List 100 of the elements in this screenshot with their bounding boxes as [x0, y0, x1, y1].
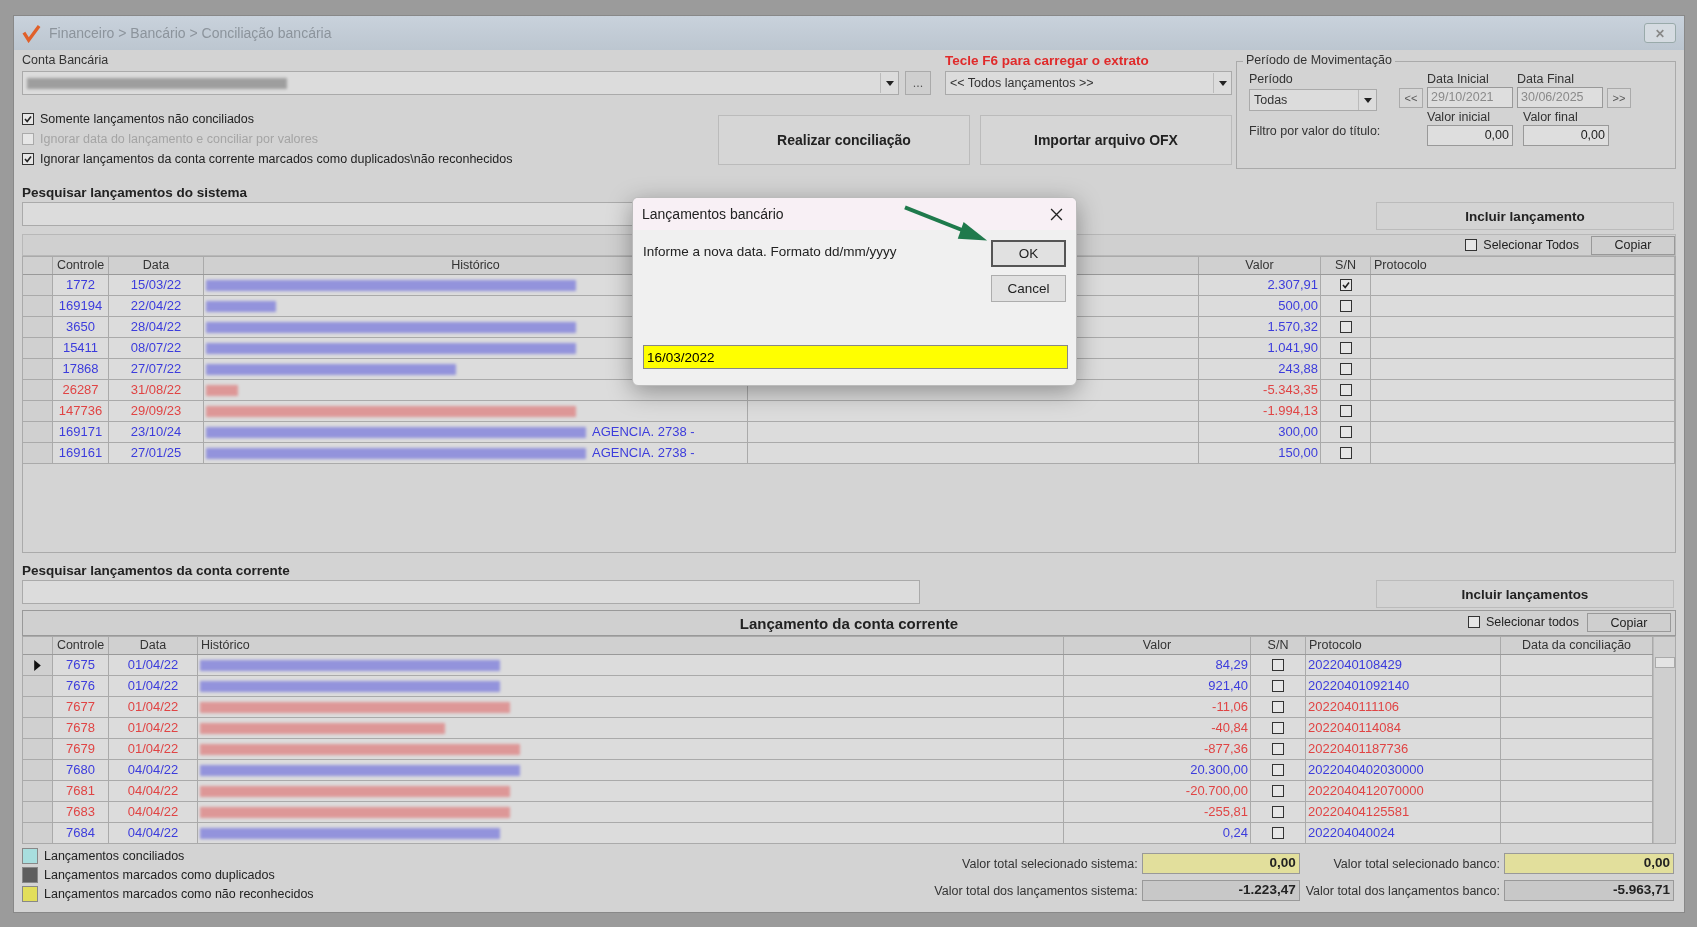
- table-cell: -255,81: [1064, 802, 1251, 822]
- row-checkbox[interactable]: [1339, 384, 1352, 396]
- hint-text: Tecle F6 para carregar o extrato: [945, 53, 1150, 69]
- table-cell: 7684: [53, 823, 109, 843]
- column-header: S/N: [1251, 637, 1306, 654]
- table-cell: 2022040108429: [1306, 655, 1501, 675]
- table-cell: -40,84: [1064, 718, 1251, 738]
- table-cell: 27/01/25: [109, 443, 204, 463]
- table-cell: 2022040114084: [1306, 718, 1501, 738]
- section-title: Pesquisar lançamentos do sistema: [22, 185, 249, 201]
- row-header[interactable]: [23, 655, 53, 675]
- copy-button[interactable]: Copiar: [1591, 235, 1675, 255]
- redacted-text: [206, 384, 238, 396]
- table-cell: 84,29: [1064, 655, 1251, 675]
- table-cell: 01/04/22: [109, 676, 198, 696]
- window-title: Financeiro > Bancário > Conciliação bancária: [49, 25, 333, 41]
- caret-icon: [885, 80, 894, 86]
- row-checkbox[interactable]: [1272, 659, 1284, 671]
- table-cell: 15411: [53, 338, 109, 358]
- row-checkbox[interactable]: [1339, 300, 1352, 312]
- table-cell: 23/10/24: [109, 422, 204, 442]
- column-header: Valor: [1064, 637, 1251, 654]
- scrollbar-thumb[interactable]: [1655, 657, 1675, 668]
- column-header: Protocolo: [1306, 637, 1501, 654]
- row-checkbox[interactable]: [1272, 701, 1284, 713]
- table-cell: 01/04/22: [109, 697, 198, 717]
- table-cell: 01/04/22: [109, 718, 198, 738]
- table-cell: 29/09/23: [109, 401, 204, 421]
- row-checkbox[interactable]: [1272, 722, 1284, 734]
- row-checkbox[interactable]: [1272, 785, 1284, 797]
- table-cell: -11,06: [1064, 697, 1251, 717]
- next-button[interactable]: >>: [1607, 88, 1631, 108]
- action-button[interactable]: Realizar conciliação: [718, 115, 970, 165]
- include-button[interactable]: Incluir lançamentos: [1376, 580, 1674, 608]
- scrollbar[interactable]: [1653, 637, 1675, 843]
- min-value-field[interactable]: 0,00: [1427, 125, 1513, 146]
- action-button[interactable]: Importar arquivo OFX: [980, 115, 1232, 165]
- table-cell: 15/03/22: [109, 275, 204, 295]
- checkmark-icon: [23, 154, 33, 164]
- row-checkbox[interactable]: [1272, 764, 1284, 776]
- row-checkbox[interactable]: [1339, 405, 1352, 417]
- date-input-field[interactable]: 16/03/2022: [643, 345, 1068, 369]
- search-field[interactable]: [22, 580, 920, 604]
- row-checkbox[interactable]: [1272, 743, 1284, 755]
- row-checkbox[interactable]: [1339, 363, 1352, 375]
- row-checkbox[interactable]: [1339, 426, 1352, 438]
- column-header: S/N: [1321, 257, 1371, 274]
- table-cell: 1772: [53, 275, 109, 295]
- bank-account-dropdown[interactable]: [22, 71, 899, 95]
- entries-dropdown[interactable]: << Todos lançamentos >>: [945, 71, 1232, 95]
- select-all-checkbox[interactable]: Selecionar todos: [1467, 615, 1579, 629]
- copy-button[interactable]: Copiar: [1587, 613, 1671, 632]
- table-title: Lançamento da conta corrente: [739, 614, 959, 632]
- row-checkbox[interactable]: [1272, 680, 1284, 692]
- table-cell: 22/04/22: [109, 296, 204, 316]
- row-checkbox[interactable]: [1272, 827, 1284, 839]
- table-cell: 7683: [53, 802, 109, 822]
- table-cell: 147736: [53, 401, 109, 421]
- table-cell: 08/07/22: [109, 338, 204, 358]
- table-cell: 169161: [53, 443, 109, 463]
- table-cell: -5.343,35: [1199, 380, 1321, 400]
- table-cell: 1.570,32: [1199, 317, 1321, 337]
- field-label: Valor inicial: [1427, 110, 1491, 125]
- column-header: Controle: [53, 637, 109, 654]
- row-checkbox[interactable]: [1339, 279, 1352, 291]
- table-cell: 921,40: [1064, 676, 1251, 696]
- table-cell: 7679: [53, 739, 109, 759]
- field-label: Período: [1249, 72, 1294, 87]
- total-label: Valor total selecionado banco:: [1333, 856, 1500, 871]
- period-dropdown[interactable]: Todas: [1249, 89, 1377, 111]
- row-checkbox[interactable]: [1272, 806, 1284, 818]
- table-cell: 04/04/22: [109, 802, 198, 822]
- field-label: Data Final: [1517, 72, 1575, 87]
- close-button[interactable]: [1644, 23, 1676, 43]
- table-cell: 169171: [53, 422, 109, 442]
- group-title: Período de Movimentação: [1243, 53, 1395, 67]
- table-cell-text: AGENCIA. 2738 -: [592, 423, 695, 441]
- max-value-field[interactable]: 0,00: [1523, 125, 1609, 146]
- include-button[interactable]: Incluir lançamento: [1376, 202, 1674, 230]
- caret-icon: [1363, 97, 1372, 103]
- row-checkbox[interactable]: [1339, 342, 1352, 354]
- more-button[interactable]: ...: [905, 71, 931, 95]
- previous-button[interactable]: <<: [1399, 88, 1423, 108]
- column-header: Histórico: [198, 637, 1064, 654]
- table-cell: -877,36: [1064, 739, 1251, 759]
- table-cell: 20220401092140: [1306, 676, 1501, 696]
- total-field: 0,00: [1141, 853, 1300, 874]
- ok-button[interactable]: OK: [991, 240, 1066, 267]
- table-cell: 20.300,00: [1064, 760, 1251, 780]
- option-checkbox[interactable]: Ignorar lançamentos da conta corrente marcados como duplicados\não reconhecidos: [22, 151, 513, 167]
- select-all-checkbox[interactable]: Selecionar Todos: [1465, 238, 1579, 252]
- field-label: Valor final: [1523, 110, 1579, 125]
- cancel-button[interactable]: Cancel: [991, 275, 1066, 302]
- table-cell: 7681: [53, 781, 109, 801]
- table-cell: 0,24: [1064, 823, 1251, 843]
- row-checkbox[interactable]: [1339, 321, 1352, 333]
- row-checkbox[interactable]: [1339, 447, 1352, 459]
- column-header: Data: [109, 637, 198, 654]
- option-checkbox[interactable]: Somente lançamentos não conciliados: [22, 111, 513, 127]
- table-cell: 300,00: [1199, 422, 1321, 442]
